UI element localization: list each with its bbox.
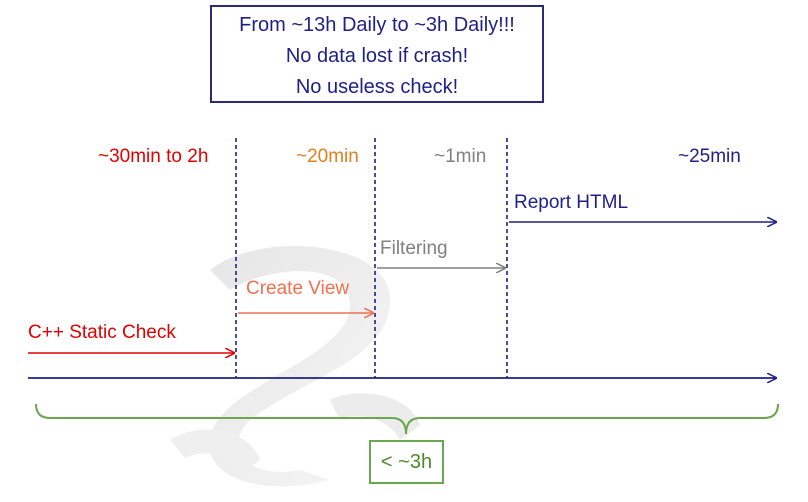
total-duration-label: < ~3h (380, 451, 433, 473)
timeline-diagram (28, 138, 779, 435)
total-duration-box: < ~3h (369, 440, 444, 484)
total-duration-brace (35, 403, 779, 435)
